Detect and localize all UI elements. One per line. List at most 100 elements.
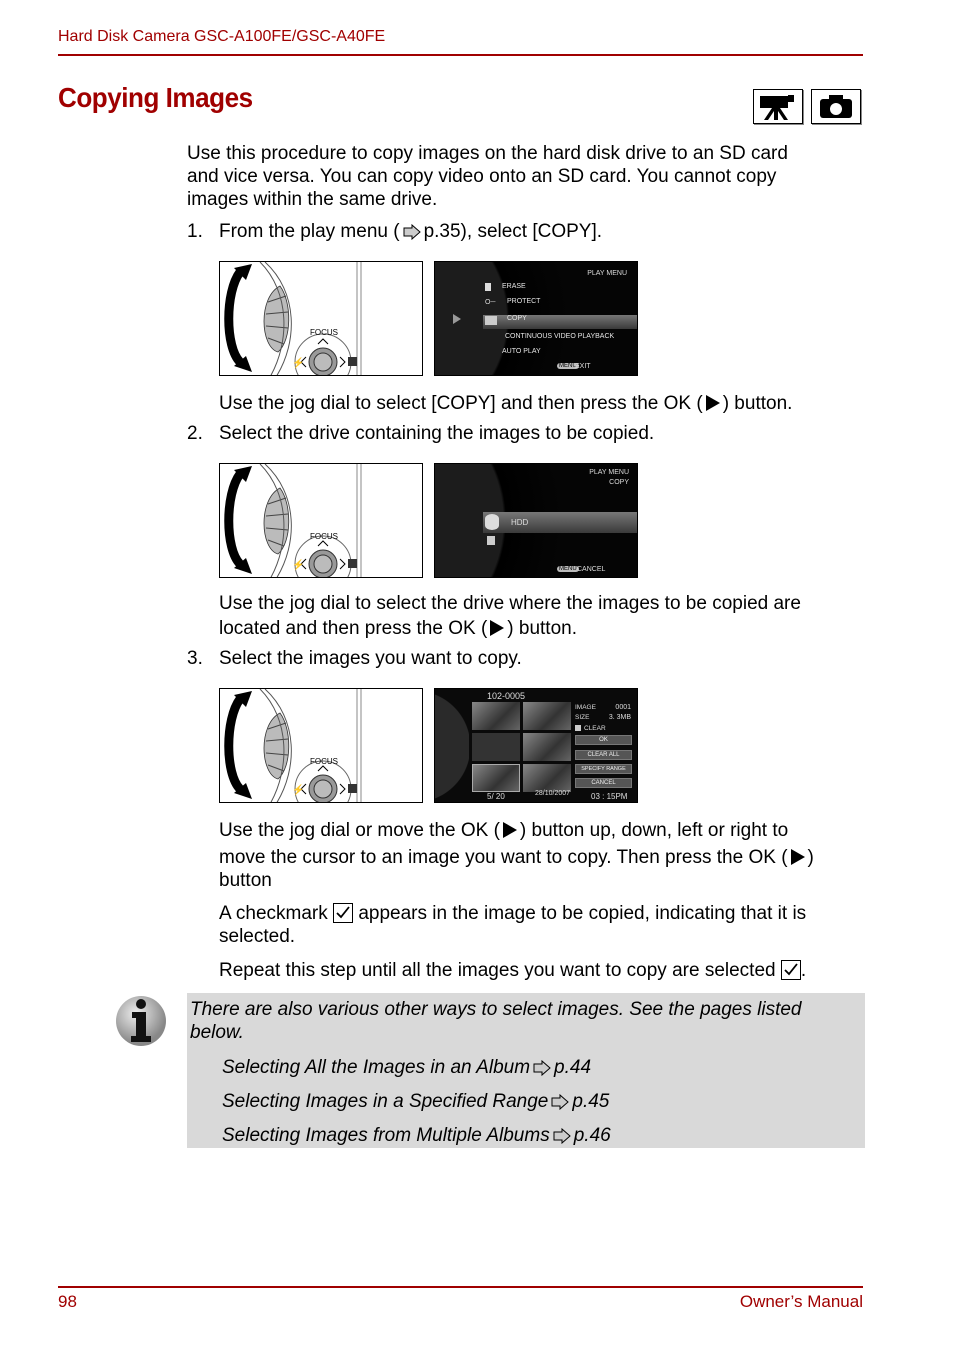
still-camera-icon bbox=[811, 89, 861, 124]
menu-item-copy: COPY bbox=[507, 315, 527, 322]
cancel-label: CANCEL bbox=[577, 566, 606, 573]
ok-button-icon bbox=[502, 822, 517, 838]
note-box: There are also various other ways to sel… bbox=[187, 993, 865, 1148]
footer-rule bbox=[58, 1286, 863, 1288]
step-3-detail-1: Use the jog dial or move the OK () butto… bbox=[219, 819, 814, 892]
trash-icon bbox=[485, 283, 491, 291]
copy-icon bbox=[485, 316, 497, 325]
screen-specify-range-button: SPECIFY RANGE bbox=[575, 764, 632, 774]
intro-line: and vice versa. You can copy video onto … bbox=[187, 166, 777, 187]
date-readout: 28/10/2007 bbox=[535, 790, 571, 797]
step-3: 3. Select the images you want to copy. bbox=[187, 647, 522, 670]
jog-dial-illustration: ⚡ FOCUS bbox=[219, 261, 423, 376]
ok-button-icon bbox=[790, 849, 805, 865]
detail-text: Repeat this step until all the images yo… bbox=[219, 960, 776, 981]
menu-item-protect: PROTECT bbox=[507, 298, 541, 305]
menu-item-erase: ERASE bbox=[502, 283, 526, 290]
thumbnail bbox=[523, 764, 571, 792]
running-header: Hard Disk Camera GSC-A100FE/GSC-A40FE bbox=[58, 28, 386, 45]
selected-drive-highlight bbox=[483, 512, 637, 533]
image-select-screen: 102-0005 IMAGE 0001 SIZE 3. 3MB CLEAR OK… bbox=[434, 688, 638, 803]
jog-dial-illustration: ⚡ FOCUS bbox=[219, 688, 423, 803]
clear-key-icon bbox=[575, 725, 581, 731]
drive-select-screen: PLAY MENU COPY HDD MENU CANCEL bbox=[434, 463, 638, 578]
link-text: Selecting Images in a Specified Range bbox=[222, 1091, 549, 1112]
thumbnail bbox=[472, 733, 520, 761]
step-2-detail: Use the jog dial to select the drive whe… bbox=[219, 591, 801, 641]
link-page: p.46 bbox=[573, 1125, 611, 1146]
step-number: 1. bbox=[187, 221, 203, 242]
checkmark-icon bbox=[333, 903, 354, 923]
page-reference-arrow-icon bbox=[403, 223, 421, 246]
detail-text: ) button. bbox=[507, 618, 577, 639]
ok-button-icon bbox=[490, 620, 505, 636]
step-2: 2. Select the drive containing the image… bbox=[187, 422, 654, 445]
step-3-detail-2: A checkmark appears in the image to be c… bbox=[219, 902, 806, 948]
screen-cancel-button: CANCEL bbox=[575, 778, 632, 788]
image-counter: 5/ 20 bbox=[487, 792, 505, 801]
svg-text:⚡: ⚡ bbox=[292, 558, 304, 571]
folder-number: 102-0005 bbox=[487, 691, 526, 701]
checkmark-icon bbox=[780, 960, 801, 980]
note-text: below. bbox=[190, 1022, 244, 1043]
size-label: SIZE bbox=[575, 714, 590, 721]
step-reference: p.35), select [COPY]. bbox=[423, 221, 603, 242]
step-1-detail: Use the jog dial to select [COPY] and th… bbox=[219, 392, 792, 415]
detail-text: appears in the image to be copied, indic… bbox=[358, 903, 807, 924]
key-icon: O─ bbox=[485, 299, 496, 306]
detail-text: button bbox=[219, 870, 272, 891]
jog-dial-illustration: ⚡ FOCUS bbox=[219, 463, 423, 578]
page-title: Copying Images bbox=[58, 82, 253, 113]
screen-subtitle: COPY bbox=[609, 479, 629, 486]
intro-paragraph: Use this procedure to copy images on the… bbox=[187, 142, 788, 211]
reference-link-select-all[interactable]: Selecting All the Images in an Album p.44 bbox=[222, 1052, 611, 1086]
reference-link-specified-range[interactable]: Selecting Images in a Specified Range p.4… bbox=[222, 1086, 611, 1120]
side-menu-strip bbox=[435, 689, 469, 802]
clear-label: CLEAR bbox=[584, 725, 606, 732]
image-value: 0001 bbox=[615, 704, 631, 711]
focus-label: FOCUS bbox=[310, 532, 338, 541]
ok-button-icon bbox=[705, 395, 720, 411]
image-label: IMAGE bbox=[575, 704, 596, 711]
step-1: 1. From the play menu (p.35), select [CO… bbox=[187, 220, 602, 243]
link-text: Selecting Images from Multiple Albums bbox=[222, 1125, 550, 1146]
detail-text: move the cursor to an image you want to … bbox=[219, 847, 788, 868]
link-text: Selecting All the Images in an Album bbox=[222, 1057, 531, 1078]
detail-text: ) button. bbox=[722, 393, 793, 414]
size-value: 3. 3MB bbox=[608, 714, 631, 721]
intro-line: images within the same drive. bbox=[187, 189, 438, 210]
detail-text: selected. bbox=[219, 926, 296, 947]
detail-text: Use the jog dial or move the OK ( bbox=[219, 820, 500, 841]
sd-card-icon bbox=[487, 536, 495, 545]
footer-manual-title: Owner’s Manual bbox=[739, 1292, 863, 1311]
detail-text: A checkmark bbox=[219, 903, 328, 924]
link-page: p.45 bbox=[572, 1091, 610, 1112]
exit-label: EXIT bbox=[575, 363, 591, 370]
menu-button-icon: MENU bbox=[557, 566, 579, 572]
thumbnail bbox=[472, 702, 520, 730]
screen-ok-button: OK bbox=[575, 735, 632, 745]
page-reference-arrow-icon bbox=[553, 1123, 571, 1154]
thumbnail bbox=[523, 702, 571, 730]
note-intro: There are also various other ways to sel… bbox=[190, 998, 802, 1044]
detail-text: ) button up, down, left or right to bbox=[519, 820, 789, 841]
play-menu-screen: PLAY MENU ERASE PROTECT COPY CONTINUOUS … bbox=[434, 261, 638, 376]
step-number: 2. bbox=[187, 423, 203, 444]
page-number: 98 bbox=[58, 1292, 77, 1311]
menu-item-continuous-video-playback: CONTINUOUS VIDEO PLAYBACK bbox=[505, 333, 615, 340]
detail-text: located and then press the OK ( bbox=[219, 618, 488, 639]
reference-link-multiple-albums[interactable]: Selecting Images from Multiple Albums p.4… bbox=[222, 1120, 611, 1154]
time-readout: 03 : 15PM bbox=[591, 792, 628, 801]
intro-line: Use this procedure to copy images on the… bbox=[187, 143, 788, 164]
play-icon bbox=[453, 314, 461, 324]
note-links: Selecting All the Images in an Album p.44… bbox=[222, 1052, 611, 1154]
screen-clear-all-button: CLEAR ALL bbox=[575, 750, 632, 760]
hdd-icon bbox=[485, 514, 499, 530]
detail-text: ) bbox=[807, 847, 814, 868]
drive-option-hdd: HDD bbox=[511, 518, 529, 527]
thumbnail-selected bbox=[472, 764, 520, 792]
note-text: There are also various other ways to sel… bbox=[190, 999, 802, 1020]
detail-text: Use the jog dial to select the drive whe… bbox=[219, 593, 801, 614]
thumbnail bbox=[523, 733, 571, 761]
link-page: p.44 bbox=[554, 1057, 592, 1078]
